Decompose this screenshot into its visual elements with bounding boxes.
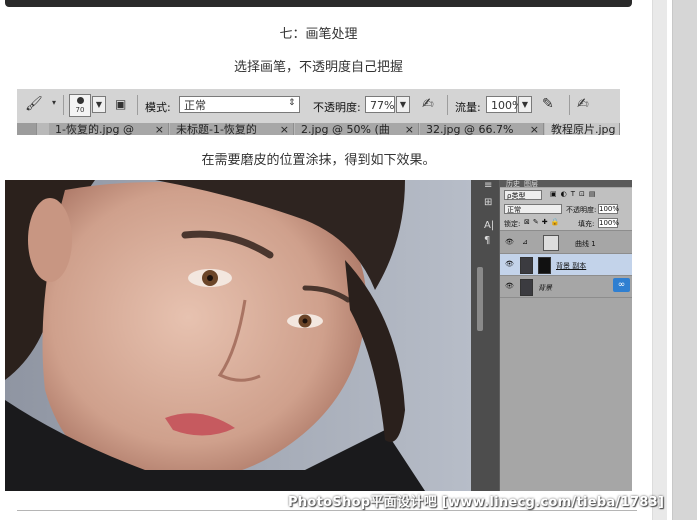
blend-opacity-row: 正常 不透明度: 100% [500, 202, 632, 216]
portrait-photo [5, 180, 471, 491]
tab-overflow [17, 123, 37, 135]
tab-label: 1-恢复的.jpg @ [55, 123, 134, 135]
page-scrollbar-track[interactable] [672, 0, 697, 520]
brush-size-value: 70 [75, 106, 85, 114]
layer-name: 曲线 1 [575, 240, 596, 248]
page-gutter [652, 0, 667, 520]
layer-thumbnail [520, 257, 533, 274]
layers-panel-tabs: 历史 图层 [500, 180, 632, 188]
tab-document-1[interactable]: 1-恢复的.jpg @ × [49, 123, 169, 135]
lock-label: 锁定: [504, 220, 521, 228]
ps-options-bar: 🖌 ▾ 70 ▼ ▣ 模式: 正常 ⇕ 不透明度: 77% ▼ ✍ 流量: 10… [17, 89, 620, 124]
fill-label: 填充: [578, 220, 595, 228]
brush-size-dropdown[interactable]: ▼ [92, 96, 106, 113]
layers-filter-row: ρ类型 ▣◐T⊡▤ [500, 188, 632, 202]
tab-label: 未标题-1-恢复的 [176, 123, 257, 135]
tab-label: 32.jpg @ 66.7% [426, 123, 514, 135]
layer-row[interactable]: 👁 ⊿ 曲线 1 [500, 232, 632, 254]
brush-panel-icon[interactable]: ▣ [115, 97, 126, 111]
fill-input[interactable]: 100% [598, 218, 619, 228]
layer-mask-thumbnail [543, 235, 559, 251]
layer-row[interactable]: 👁 背景 ∞ [500, 276, 632, 298]
layer-mask-thumbnail [538, 257, 551, 274]
mode-label: 模式: [145, 101, 171, 114]
layer-row-selected[interactable]: 👁 背景 副本 [500, 254, 632, 276]
opacity-input[interactable]: 77% [365, 96, 395, 113]
close-icon[interactable]: × [280, 123, 289, 135]
history-panel-icon[interactable]: ≡ [484, 180, 492, 191]
flow-input[interactable]: 100% [486, 96, 522, 113]
watermark-text: PhotoShop平面设计吧 [www.linecg.com/tieba/178… [288, 495, 665, 510]
layer-thumbnail [520, 279, 533, 296]
flow-label: 流量: [455, 101, 481, 114]
airbrush-icon[interactable]: ✎ [542, 96, 554, 112]
step-title: 七：画笔处理 [279, 27, 358, 42]
pressure-size-icon[interactable]: ✍ [577, 96, 589, 112]
blend-mode-select[interactable]: 正常 [504, 204, 562, 214]
close-icon[interactable]: × [530, 123, 539, 135]
layer-name: 背景 副本 [556, 262, 587, 270]
ps-panel-icons-strip: ≡ ⊞ A| ¶ [471, 180, 499, 491]
layer-name: 背景 [538, 284, 552, 292]
actions-panel-icon[interactable]: ⊞ [484, 197, 492, 208]
mode-select-arrows-icon: ⇕ [288, 98, 296, 108]
text-panel-icon[interactable]: A| [484, 220, 494, 231]
section-divider [17, 510, 637, 511]
brush-tip-icon [77, 97, 84, 104]
tab-document-3[interactable]: 2.jpg @ 50% (曲 × [295, 123, 419, 135]
filter-kind-select[interactable]: ρ类型 [504, 190, 542, 200]
opacity-label: 不透明度: [313, 101, 361, 114]
flow-dropdown[interactable]: ▼ [518, 96, 532, 113]
paragraph-panel-icon[interactable]: ¶ [484, 235, 490, 246]
close-icon[interactable]: × [155, 123, 164, 135]
opacity-dropdown[interactable]: ▼ [396, 96, 410, 113]
tool-preset-chevron-icon[interactable]: ▾ [52, 98, 56, 107]
canvas-scrollbar-thumb[interactable] [477, 267, 483, 331]
tab-document-active[interactable]: 教程原片.jpg [545, 123, 620, 135]
tab-label: 2.jpg @ 50% (曲 [301, 123, 390, 135]
pressure-opacity-icon[interactable]: ✍ [422, 96, 434, 112]
step-description: 选择画笔，不透明度自己把握 [233, 60, 403, 75]
adjustment-layer-icon: ⊿ [522, 238, 528, 246]
previous-image-edge [5, 0, 632, 7]
eye-icon[interactable]: 👁 [505, 238, 514, 246]
ps-layers-panel: 历史 图层 ρ类型 ▣◐T⊡▤ 正常 不透明度: 100% 锁定: ⊠✎✚🔒 填… [500, 180, 632, 491]
layer-opacity-label: 不透明度: [566, 206, 597, 214]
ps-document-tabs: 1-恢复的.jpg @ × 未标题-1-恢复的 × 2.jpg @ 50% (曲… [17, 123, 620, 135]
tab-label: 教程原片.jpg [551, 123, 616, 135]
brush-tool-icon[interactable]: 🖌 [25, 96, 43, 112]
tab-document-2[interactable]: 未标题-1-恢复的 × [170, 123, 294, 135]
lock-fill-row: 锁定: ⊠✎✚🔒 填充: 100% [500, 216, 632, 231]
portrait-illustration [5, 180, 471, 491]
eye-icon[interactable]: 👁 [505, 260, 514, 268]
tab-document-4[interactable]: 32.jpg @ 66.7% × [420, 123, 544, 135]
lock-icons[interactable]: ⊠✎✚🔒 [524, 218, 562, 226]
layer-opacity-input[interactable]: 100% [598, 204, 619, 214]
eye-icon[interactable]: 👁 [505, 282, 514, 290]
filter-icons[interactable]: ▣◐T⊡▤ [550, 190, 599, 198]
brush-size-preview[interactable]: 70 [69, 94, 91, 117]
mode-select[interactable]: 正常 [179, 96, 300, 113]
result-description: 在需要磨皮的位置涂抹，得到如下效果。 [201, 153, 436, 168]
cloud-overlay-icon[interactable]: ∞ [613, 278, 630, 292]
close-icon[interactable]: × [405, 123, 414, 135]
